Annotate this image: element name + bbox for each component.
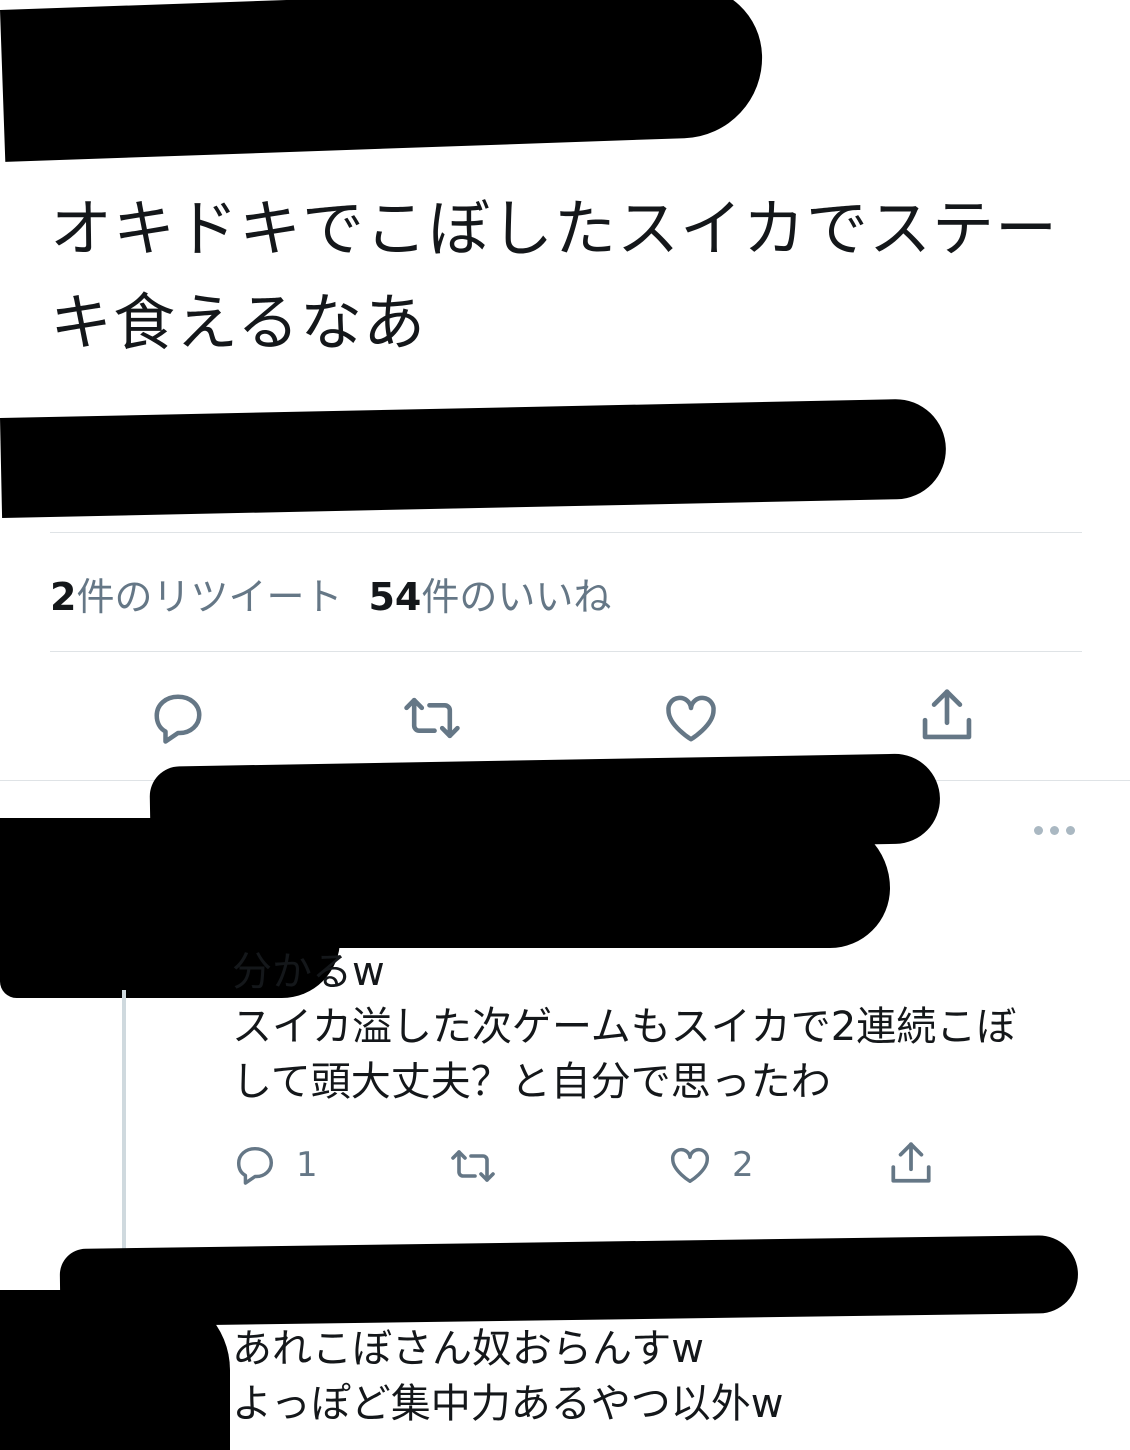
reply-1-line-2: スイカ溢した次ゲームもスイカで2連続こぼ [232, 1004, 1017, 1050]
more-options-button[interactable] [1034, 826, 1075, 835]
retweet-count[interactable]: 2 [50, 575, 76, 619]
like-button[interactable] [660, 688, 722, 748]
reply-2-line-2: よっぽど集中力あるやつ以外w [232, 1381, 784, 1427]
share-button[interactable] [916, 684, 978, 746]
like-count[interactable]: 54 [368, 575, 421, 619]
reply-1-reply-button[interactable]: 1 [232, 1142, 318, 1188]
tweet-stats: 2件のリツイート 54件のいいね [50, 566, 611, 621]
reply-1-line-1: 分かるw [232, 949, 385, 995]
like-icon [671, 1147, 709, 1184]
reply-1-retweet-button[interactable] [448, 1144, 498, 1188]
tweet-text: オキドキでこぼしたスイカでステー キ食えるなあ [50, 182, 1070, 370]
reply-1-line-3: して頭大丈夫？と自分で思ったわ [232, 1059, 831, 1105]
tweet-text-line-2: キ食えるなあ [50, 286, 427, 359]
reply-1-text: 分かるw スイカ溢した次ゲームもスイカで2連続こぼ して頭大丈夫？と自分で思った… [232, 945, 1112, 1110]
tweet-text-line-1: オキドキでこぼしたスイカでステー [50, 192, 1059, 265]
retweet-button[interactable] [400, 690, 464, 746]
reply-2-text: あれこぼさん奴おらんすw よっぽど集中力あるやつ以外w [232, 1322, 1112, 1432]
thread-line [122, 990, 126, 1260]
reply-1-share-button[interactable] [886, 1138, 936, 1188]
reply-1-reply-count: 1 [296, 1145, 318, 1185]
reply-1-like-button[interactable]: 2 [666, 1142, 754, 1188]
retweet-icon [451, 1150, 495, 1182]
redacted-author-header [0, 0, 765, 162]
divider-actions [50, 651, 1082, 652]
reply-icon [154, 694, 202, 744]
redacted-reply-author-2 [59, 1234, 1079, 1328]
divider-top [50, 532, 1082, 533]
reply-2-line-1: あれこぼさん奴おらんすw [232, 1326, 704, 1372]
reply-icon [236, 1146, 274, 1185]
redacted-timestamp [0, 398, 947, 518]
redacted-reply-avatar-2 [0, 1290, 230, 1450]
share-icon [922, 689, 972, 740]
reply-1-like-count: 2 [732, 1145, 754, 1185]
retweet-label[interactable]: 件のリツイート [76, 575, 342, 619]
like-label[interactable]: 件のいいね [421, 575, 611, 619]
share-icon [891, 1142, 931, 1183]
more-icon [1034, 826, 1043, 835]
retweet-icon [404, 697, 460, 739]
like-icon [666, 695, 716, 742]
reply-button[interactable] [148, 688, 208, 748]
